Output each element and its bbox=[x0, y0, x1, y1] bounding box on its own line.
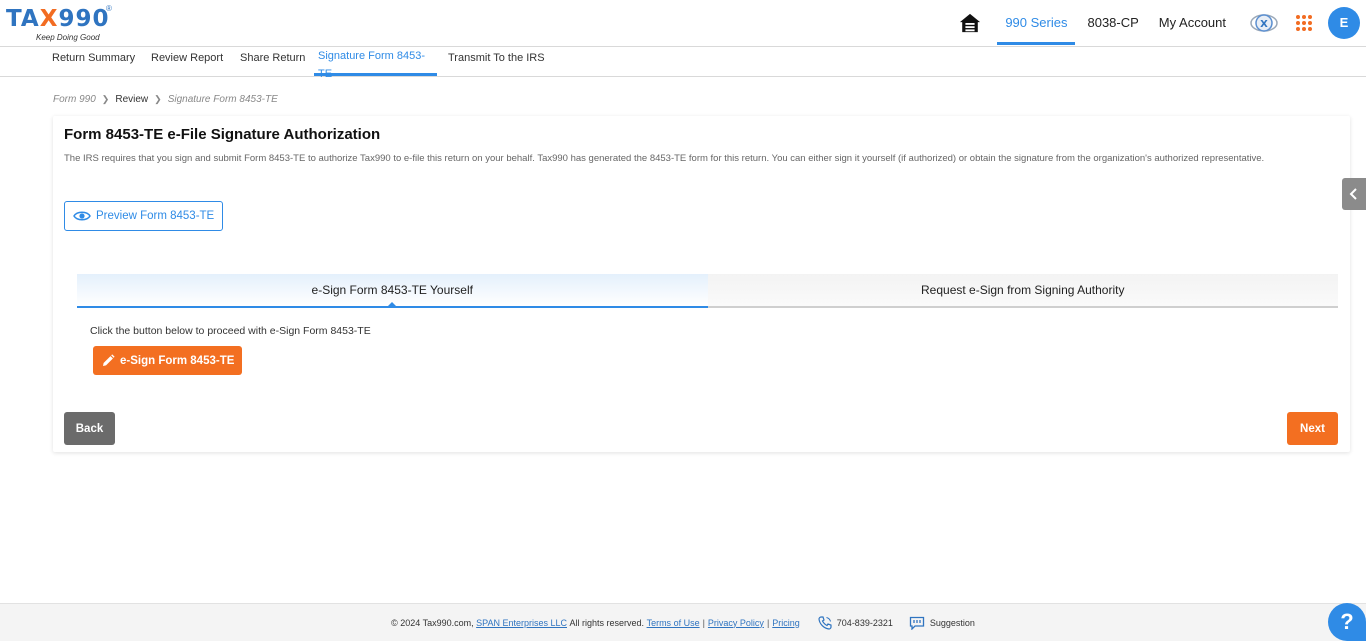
pricing-link[interactable]: Pricing bbox=[772, 618, 800, 628]
footer-copyright: © 2024 Tax990.com, SPAN Enterprises LLC … bbox=[391, 618, 800, 628]
logo-text-990: 990 bbox=[58, 6, 110, 32]
tab-return-summary[interactable]: Return Summary bbox=[48, 47, 139, 76]
breadcrumb: Form 990 ❯ Review ❯ Signature Form 8453-… bbox=[53, 94, 278, 105]
tax990-logo[interactable]: TAX990 ® Keep Doing Good bbox=[6, 4, 116, 44]
suggestion-label: Suggestion bbox=[929, 617, 975, 628]
esign-option-tabs: e-Sign Form 8453-TE Yourself Request e-S… bbox=[77, 274, 1338, 308]
copyright-text: © 2024 Tax990.com, bbox=[391, 617, 474, 628]
breadcrumb-review[interactable]: Review bbox=[115, 94, 148, 105]
logo-tagline: Keep Doing Good bbox=[36, 33, 100, 42]
header-nav: 990 Series 8038-CP My Account X E bbox=[959, 0, 1366, 46]
signature-authorization-card: Form 8453-TE e-File Signature Authorizat… bbox=[53, 116, 1350, 452]
esign-instruction: Click the button below to proceed with e… bbox=[90, 325, 371, 337]
nav-my-account[interactable]: My Account bbox=[1151, 0, 1234, 46]
breadcrumb-form-990[interactable]: Form 990 bbox=[53, 94, 96, 105]
next-button[interactable]: Next bbox=[1287, 412, 1338, 445]
page-title: Form 8453-TE e-File Signature Authorizat… bbox=[64, 126, 381, 143]
logo-text-ta: TA bbox=[6, 6, 40, 32]
user-avatar[interactable]: E bbox=[1328, 7, 1360, 39]
footer: © 2024 Tax990.com, SPAN Enterprises LLC … bbox=[0, 603, 1366, 641]
pipe-divider: | bbox=[702, 617, 705, 628]
tab-request-esign[interactable]: Request e-Sign from Signing Authority bbox=[707, 274, 1338, 308]
chat-bubble-icon bbox=[909, 616, 925, 630]
back-button[interactable]: Back bbox=[64, 412, 115, 445]
home-icon[interactable] bbox=[959, 12, 981, 34]
page-description: The IRS requires that you sign and submi… bbox=[64, 153, 1265, 164]
terms-link[interactable]: Terms of Use bbox=[647, 618, 700, 628]
tab-signature-form-8453-te[interactable]: Signature Form 8453-TE bbox=[314, 47, 437, 80]
company-link[interactable]: SPAN Enterprises LLC bbox=[476, 618, 567, 628]
nav-8038-cp[interactable]: 8038-CP bbox=[1079, 0, 1146, 46]
help-button[interactable]: ? bbox=[1328, 603, 1366, 641]
pipe-divider: | bbox=[766, 617, 770, 628]
preview-form-button[interactable]: Preview Form 8453-TE bbox=[64, 201, 224, 231]
phone-number: 704-839-2321 bbox=[836, 617, 893, 628]
side-panel-toggle[interactable] bbox=[1342, 178, 1366, 210]
chevron-right-icon: ❯ bbox=[101, 94, 110, 104]
preview-form-label: Preview Form 8453-TE bbox=[96, 210, 215, 222]
svg-text:X: X bbox=[1260, 19, 1268, 30]
esign-form-label: e-Sign Form 8453-TE bbox=[120, 354, 235, 367]
chevron-right-icon: ❯ bbox=[154, 94, 162, 104]
rights-text: All rights reserved. bbox=[569, 617, 645, 628]
logo-wordmark: TAX990 bbox=[6, 6, 116, 32]
breadcrumb-signature-form: Signature Form 8453-TE bbox=[167, 94, 278, 105]
top-navigation-bar: TAX990 ® Keep Doing Good 990 Series 8038… bbox=[0, 0, 1366, 47]
apps-grid-icon[interactable] bbox=[1296, 15, 1312, 31]
footer-suggestion[interactable]: Suggestion bbox=[909, 616, 975, 630]
tab-share-return[interactable]: Share Return bbox=[236, 47, 309, 76]
esign-form-button[interactable]: e-Sign Form 8453-TE bbox=[93, 346, 243, 375]
return-steps-tabs: Return Summary Review Report Share Retur… bbox=[0, 47, 1366, 80]
tab-review-report[interactable]: Review Report bbox=[147, 47, 227, 76]
product-switcher-icon[interactable]: X bbox=[1250, 9, 1278, 37]
eye-icon bbox=[73, 211, 91, 221]
pencil-icon bbox=[103, 353, 115, 366]
footer-phone[interactable]: 704-839-2321 bbox=[818, 615, 893, 630]
phone-icon bbox=[818, 615, 832, 630]
logo-text-x: X bbox=[39, 6, 59, 32]
nav-990-series[interactable]: 990 Series bbox=[997, 0, 1076, 46]
privacy-link[interactable]: Privacy Policy bbox=[708, 618, 764, 628]
chevron-left-icon bbox=[1349, 188, 1357, 200]
tab-esign-yourself[interactable]: e-Sign Form 8453-TE Yourself bbox=[77, 274, 708, 308]
logo-registered-mark: ® bbox=[106, 4, 112, 13]
tab-transmit-to-irs[interactable]: Transmit To the IRS bbox=[444, 47, 549, 76]
